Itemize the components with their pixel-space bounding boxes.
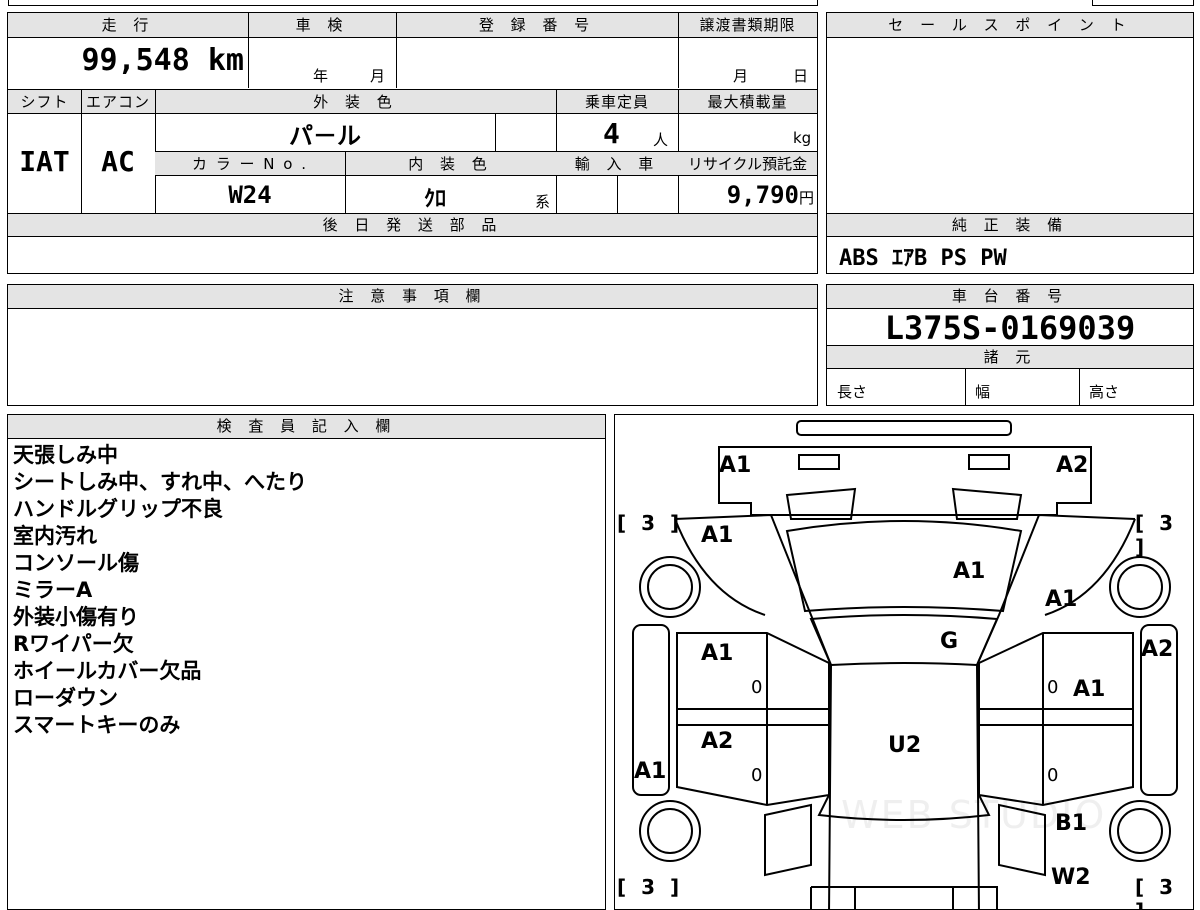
- color-no-value: W24: [228, 181, 272, 209]
- max-load-unit: kg: [793, 129, 812, 147]
- ac-value: AC: [101, 145, 135, 178]
- inspector-line: ローダウン: [13, 686, 118, 710]
- zero-mark-left-rear: 0: [751, 765, 763, 786]
- mark-rear-right-bumper: W2: [1051, 865, 1091, 890]
- inspector-header: 検 査 員 記 入 欄: [8, 415, 605, 439]
- inspector-line: スマートキーのみ: [13, 713, 181, 737]
- zero-mark-right-front: 0: [1047, 677, 1059, 698]
- shift-header: シフト: [8, 89, 81, 114]
- inspector-line: ハンドルグリップ不良: [13, 497, 223, 521]
- inspector-box: 検 査 員 記 入 欄 天張しみ中シートしみ中、すれ中、へたり ハンドルグリップ不…: [7, 414, 606, 910]
- inspector-line: シートしみ中、すれ中、へたり: [13, 470, 307, 494]
- recycle-number: 9,790: [726, 181, 799, 209]
- exterior-header: 外 装 色: [155, 89, 556, 114]
- mileage-number: 99,548: [81, 43, 190, 78]
- max-load-header: 最大積載量: [678, 89, 817, 114]
- mileage-unit: km: [207, 43, 244, 78]
- mark-front-left-corner: A1: [719, 453, 752, 478]
- mark-windshield: G: [940, 629, 959, 654]
- height-label: 高さ: [1089, 383, 1120, 401]
- recycle-unit: 円: [798, 189, 814, 207]
- inspection-month: 月: [370, 67, 386, 85]
- inspector-line: 外装小傷有り: [13, 605, 139, 629]
- zero-mark-right-rear: 0: [1047, 765, 1059, 786]
- mark-front-door-right: A1: [1073, 677, 1106, 702]
- sales-point-box: セ ー ル ス ポ イ ン ト 純 正 装 備 ABS ｴｱB PS PW: [826, 12, 1194, 274]
- inspector-lines: 天張しみ中シートしみ中、すれ中、へたり ハンドルグリップ不良 室内汚れコンソール傷ミ…: [13, 442, 307, 739]
- ac-header: エアコン: [81, 89, 155, 114]
- mark-hood-left: A1: [701, 523, 734, 548]
- exterior-value: パ－ル: [289, 122, 361, 150]
- notes-header: 注 意 事 項 欄: [8, 285, 817, 309]
- tire-mark-rear-right: [ 3 ]: [1135, 875, 1178, 909]
- width-label: 幅: [975, 383, 991, 401]
- recycle-header: リサイクル預託金: [678, 151, 817, 176]
- inspector-line: 室内汚れ: [13, 524, 97, 548]
- shift-value: IAT: [19, 145, 70, 178]
- transfer-day: 日: [793, 67, 809, 85]
- mark-front-right-corner: A2: [1056, 453, 1089, 478]
- inspector-line: ミラーA: [13, 578, 93, 602]
- interior-suffix: 系: [535, 193, 551, 211]
- chassis-box: 車 台 番 号 L375S-0169039 諸 元 長さ 幅 高さ: [826, 284, 1194, 406]
- sales-point-header: セ ー ル ス ポ イ ン ト: [827, 13, 1193, 38]
- inspector-line: Rワイパー欠: [13, 632, 134, 656]
- registration-header: 登 録 番 号: [396, 13, 678, 38]
- capacity-value: 4: [603, 117, 620, 150]
- length-label: 長さ: [837, 383, 868, 401]
- chassis-value: L375S-0169039: [884, 309, 1136, 347]
- chassis-header: 車 台 番 号: [827, 285, 1193, 309]
- tire-mark-front-left: [ 3 ]: [617, 511, 684, 535]
- mark-rear-door-left: A2: [701, 729, 734, 754]
- equipment-value: ABS ｴｱB PS PW: [839, 246, 1007, 271]
- recycle-value: 9,790円: [678, 181, 814, 209]
- color-no-header: カ ラ ー N o .: [155, 151, 345, 176]
- transfer-header: 譲渡書類期限: [678, 13, 817, 38]
- tire-mark-rear-left: [ 3 ]: [617, 875, 684, 899]
- zero-mark-left-front: 0: [751, 677, 763, 698]
- equipment-header: 純 正 装 備: [827, 213, 1193, 237]
- inspector-line: 天張しみ中: [13, 443, 118, 467]
- mark-fender-right: A1: [1045, 587, 1078, 612]
- dimensions-header: 諸 元: [827, 345, 1193, 369]
- interior-header: 内 装 色: [345, 151, 556, 176]
- watermark: WEB STUDIO: [841, 793, 1107, 837]
- transfer-month: 月: [733, 67, 749, 85]
- later-parts-header: 後 日 発 送 部 品: [8, 213, 817, 237]
- inspector-line: コンソール傷: [13, 551, 139, 575]
- top-strip-right: [1092, 0, 1194, 6]
- mileage-header: 走 行: [8, 13, 248, 38]
- top-strip: [8, 0, 818, 6]
- mark-rear-left-panel: A1: [634, 759, 667, 784]
- inspection-header: 車 検: [248, 13, 396, 38]
- import-header: 輸 入 車: [556, 151, 678, 176]
- tire-mark-front-right: [ 3 ]: [1135, 511, 1178, 559]
- mileage-value: 99,548 km: [8, 43, 244, 78]
- spec-grid: 走 行 車 検 登 録 番 号 譲渡書類期限 99,548 km 年 月 月 日…: [7, 12, 818, 274]
- damage-diagram: [ 3 ] [ 3 ] [ 3 ] [ 3 ] A1 A2 A1 A1 A1 G…: [614, 414, 1194, 910]
- interior-value: ｸﾛ: [423, 187, 446, 212]
- mark-right-panel: A2: [1141, 637, 1174, 662]
- mark-roof: U2: [888, 733, 922, 758]
- notes-box: 注 意 事 項 欄: [7, 284, 818, 406]
- inspection-year: 年: [313, 67, 329, 85]
- mark-front-door-left: A1: [701, 641, 734, 666]
- mark-hood: A1: [953, 559, 986, 584]
- capacity-unit: 人: [653, 131, 669, 149]
- inspector-line: ホイールカバー欠品: [13, 659, 202, 683]
- capacity-header: 乗車定員: [556, 89, 678, 114]
